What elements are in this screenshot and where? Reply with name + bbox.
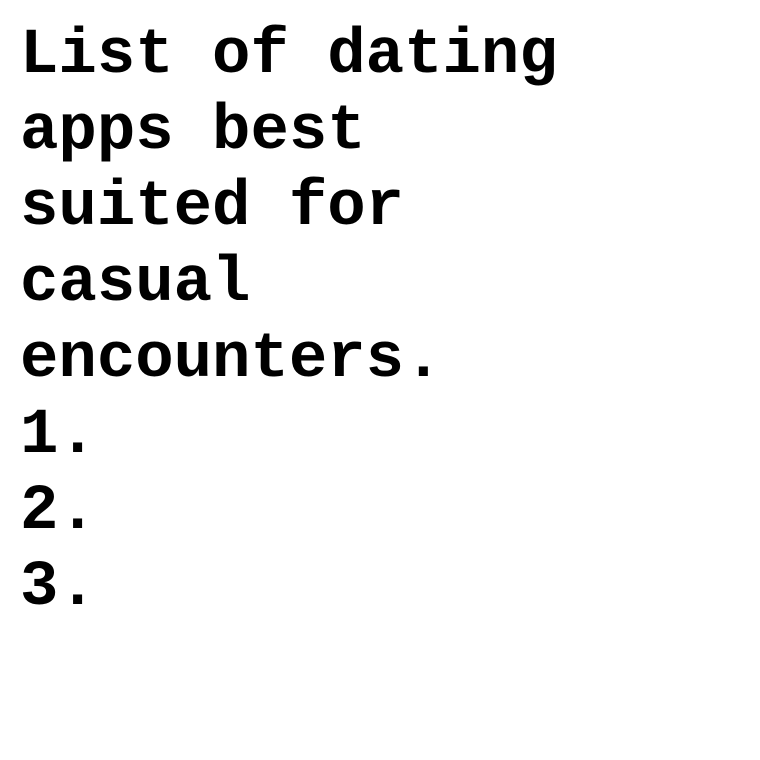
list-item-2: 2. — [20, 476, 97, 548]
title-line-4: casual — [20, 248, 251, 320]
title-line-1: List of dating — [20, 20, 558, 92]
title-line-5: encounters. — [20, 324, 443, 396]
title-line-2: apps best — [20, 96, 366, 168]
title-line-3: suited for — [20, 172, 405, 244]
document-body: List of dating apps best suited for casu… — [20, 18, 740, 626]
list-item-3: 3. — [20, 552, 97, 624]
list-item-1: 1. — [20, 400, 97, 472]
